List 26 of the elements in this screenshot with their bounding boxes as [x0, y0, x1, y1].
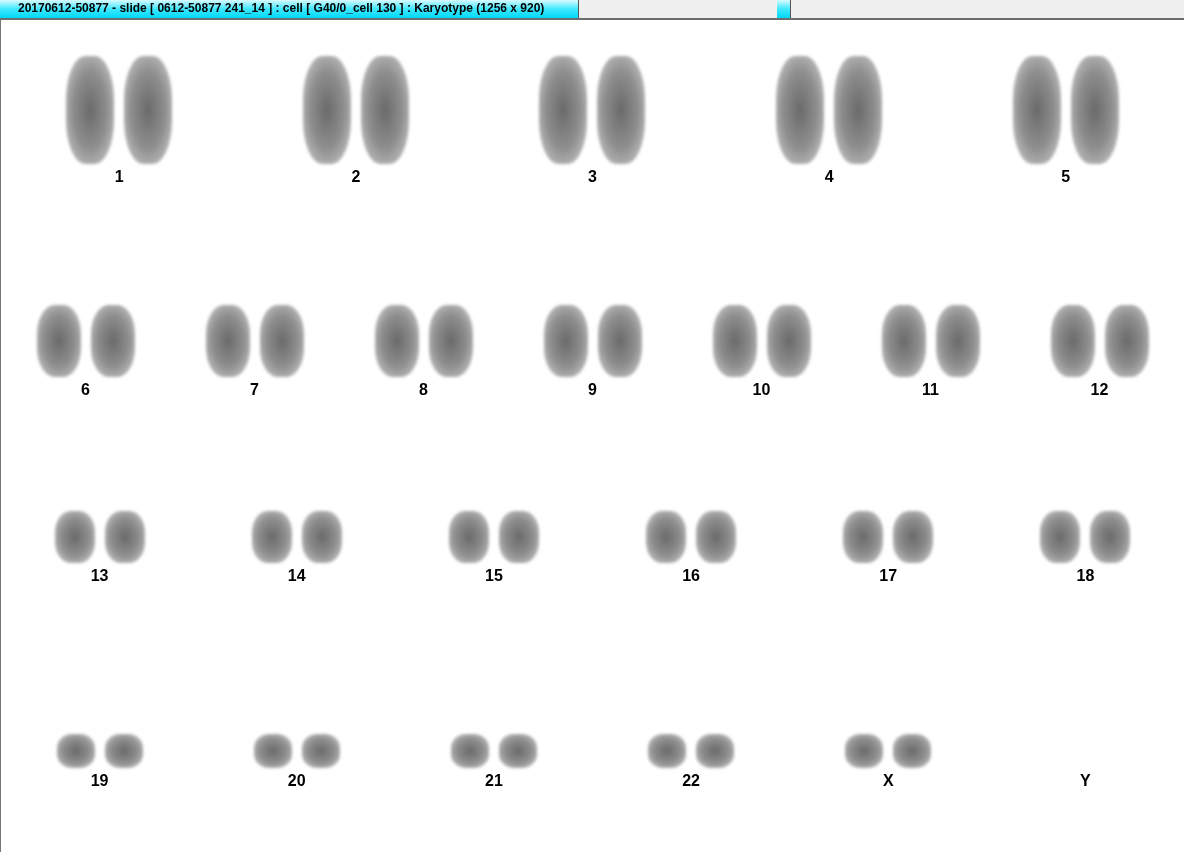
- chromosome-label: 20: [287, 772, 306, 790]
- chromosome-label: 19: [90, 772, 109, 790]
- chromosome-label: 16: [682, 567, 700, 585]
- chromosome-label: 17: [879, 567, 898, 585]
- chromosome-label: 7: [250, 381, 259, 399]
- chromosome-label: 13: [90, 567, 109, 585]
- chromosome-label: 22: [682, 772, 700, 790]
- chromosome-label: 12: [1090, 381, 1109, 399]
- chromosome-label: 14: [287, 567, 306, 585]
- chromosome-label: 15: [485, 567, 503, 585]
- chromosome-label: 2: [351, 168, 361, 186]
- chromosome-label: 11: [922, 381, 939, 399]
- chromosome-label: 21: [485, 772, 503, 790]
- chromosome-label: 6: [81, 381, 90, 399]
- chromosome-label: X: [882, 772, 894, 790]
- chromosome-label: 8: [419, 381, 428, 399]
- chromosome-label: 18: [1076, 567, 1095, 585]
- chromosome-label: Y: [1080, 772, 1091, 790]
- chromosome-label: 4: [824, 168, 834, 186]
- scroll-tab[interactable]: [777, 0, 791, 18]
- chromosome-label: 9: [588, 381, 597, 399]
- chromosome-label: 5: [1061, 168, 1071, 186]
- chromosome-label: 1: [114, 168, 124, 186]
- window-title: 20170612-50877 - slide [ 0612-50877 241_14 ] : cell [ G40/0_cell 130 ] : Karyotype (1256 x 920): [0, 0, 579, 18]
- chromosome-label: 10: [752, 381, 771, 399]
- chromosome-label: 3: [588, 168, 597, 186]
